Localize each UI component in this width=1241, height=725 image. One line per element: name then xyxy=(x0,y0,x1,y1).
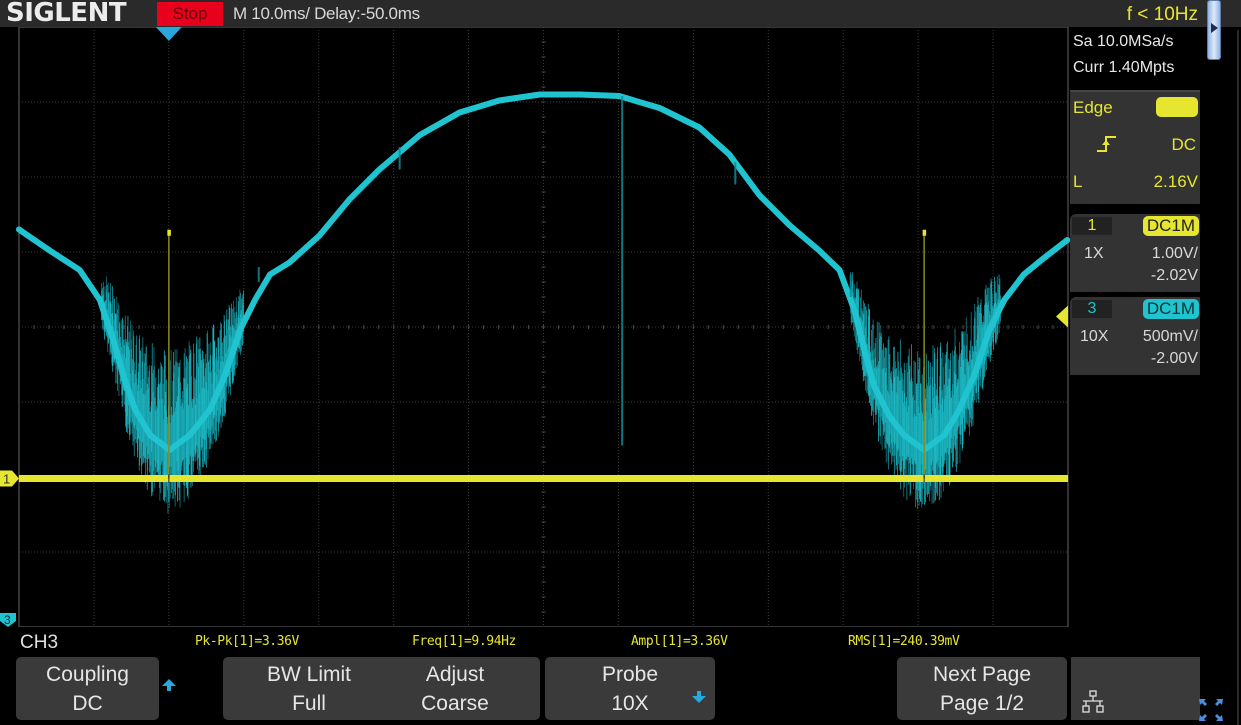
trigger-level-label: L xyxy=(1073,172,1083,191)
sample-rate: Sa 10.0MSa/s xyxy=(1073,33,1174,50)
active-channel-label: CH3 xyxy=(20,632,59,653)
softkey-next-page[interactable]: Next Page Page 1/2 xyxy=(897,657,1067,720)
rising-edge-icon xyxy=(1096,134,1118,159)
trigger-level-value: 2.16V xyxy=(1153,172,1198,191)
softkey-probe[interactable]: Probe 10X xyxy=(545,657,715,720)
right-border xyxy=(1237,30,1239,725)
fullscreen-icon[interactable] xyxy=(1198,698,1224,722)
network-icon xyxy=(1081,690,1105,719)
measurement-rms: RMS[1]=240.39mV xyxy=(848,634,960,649)
channel-1-scale: 1.00V/ xyxy=(1151,245,1198,262)
softkey-coupling-value: DC xyxy=(72,692,103,715)
trigger-type: Edge xyxy=(1073,98,1113,117)
acquisition-info: Sa 10.0MSa/s Curr 1.40Mpts xyxy=(1070,27,1200,85)
softkey-adjust-title: Adjust xyxy=(425,663,485,686)
measurement-pk-pk: Pk-Pk[1]=3.36V xyxy=(195,634,299,649)
status-bar: SIGLENT Stop M 10.0ms/ Delay:-50.0ms f <… xyxy=(0,0,1241,28)
ch1-ground-marker-label: 1 xyxy=(3,472,10,487)
channel-3-info-panel[interactable]: 3 DC1M 10X 500mV/ -2.00V xyxy=(1070,297,1200,375)
brand-logo: SIGLENT xyxy=(6,0,127,28)
softkey-next-page-value: Page 1/2 xyxy=(939,692,1025,715)
trigger-position-marker xyxy=(155,27,182,41)
softkey-adjust-value: Coarse xyxy=(421,692,489,715)
channel-3-number: 3 xyxy=(1072,300,1112,318)
softkey-coupling-title: Coupling xyxy=(46,663,129,686)
ch1-pulse-top xyxy=(167,229,171,236)
timebase-readout[interactable]: M 10.0ms/ Delay:-50.0ms xyxy=(233,0,420,27)
run-stop-status[interactable]: Stop xyxy=(157,2,223,26)
channel-3-probe: 10X xyxy=(1080,328,1109,345)
trigger-source-badge: CH1 xyxy=(1155,97,1198,117)
trigger-coupling: DC xyxy=(1171,135,1196,154)
ch3-ground-marker-label: 3 xyxy=(4,613,11,627)
measurement-amplitude: Ampl[1]=3.36V xyxy=(631,634,728,649)
network-status-panel[interactable] xyxy=(1071,657,1200,720)
softkey-coupling[interactable]: Coupling DC xyxy=(16,657,176,720)
softkey-next-page-title: Next Page xyxy=(932,663,1032,686)
channel-3-scale: 500mV/ xyxy=(1142,328,1198,345)
arrow-up-icon xyxy=(161,673,177,702)
channel-3-offset: -2.00V xyxy=(1150,350,1198,367)
channel-1-coupling-badge: DC1M xyxy=(1142,216,1199,236)
softkey-adjust[interactable]: Adjust Coarse xyxy=(370,657,540,720)
channel-1-info-panel[interactable]: 1 DC1M 1X 1.00V/ -2.02V xyxy=(1070,214,1200,292)
channel-1-probe: 1X xyxy=(1084,245,1104,262)
trigger-info-panel[interactable]: Edge CH1 DC L 2.16V xyxy=(1070,90,1200,204)
side-panel-toggle-handle[interactable] xyxy=(1207,0,1221,60)
waveform-display[interactable]: 13 xyxy=(0,27,1070,627)
channel-1-offset: -2.02V xyxy=(1150,267,1198,284)
channel-1-number: 1 xyxy=(1072,217,1112,235)
ch1-pulse-top xyxy=(922,229,927,236)
graticule xyxy=(18,27,1069,627)
measurement-frequency: Freq[1]=9.94Hz xyxy=(412,634,516,649)
arrow-down-icon xyxy=(691,685,707,714)
softkey-probe-value: 10X xyxy=(611,692,649,715)
trigger-frequency-readout: f < 10Hz xyxy=(1126,4,1198,25)
softkey-probe-title: Probe xyxy=(601,663,659,686)
memory-depth: Curr 1.40Mpts xyxy=(1073,59,1175,76)
trigger-level-marker xyxy=(1056,305,1068,328)
channel-3-coupling-badge: DC1M xyxy=(1142,299,1199,319)
